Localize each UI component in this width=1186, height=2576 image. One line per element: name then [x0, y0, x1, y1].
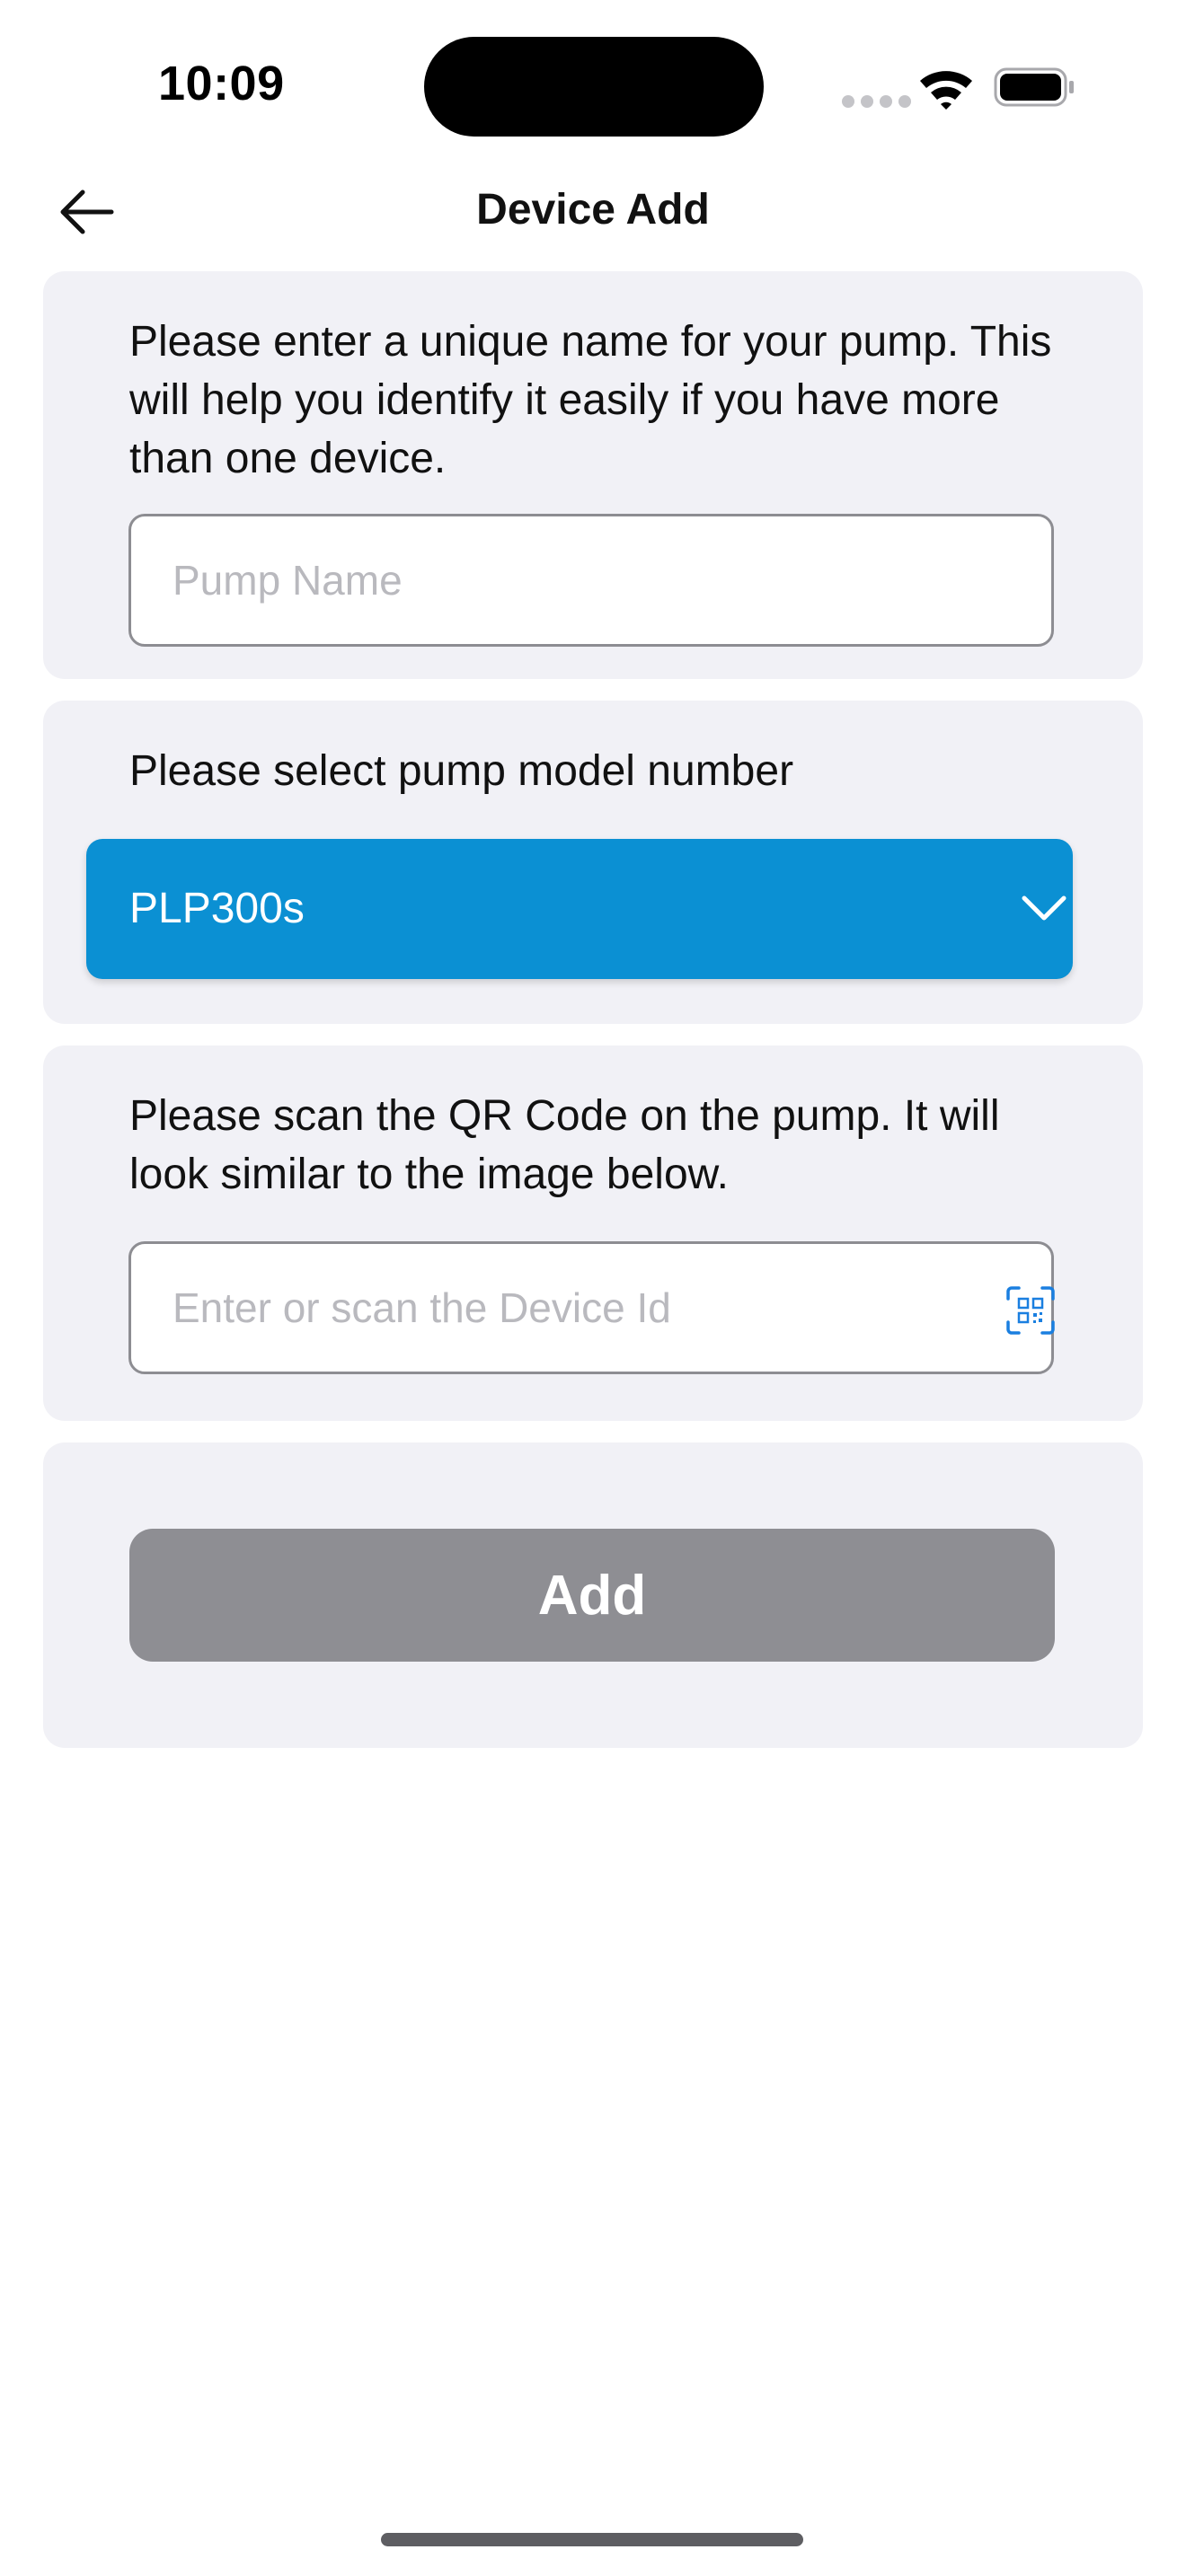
add-button[interactable]: Add	[129, 1529, 1055, 1662]
pump-model-selected-value: PLP300s	[129, 885, 305, 932]
pump-name-card: Please enter a unique name for your pump…	[43, 271, 1143, 679]
pump-name-field[interactable]	[128, 514, 1054, 647]
device-id-input[interactable]	[173, 1244, 945, 1372]
wifi-icon	[920, 71, 972, 110]
qr-scan-icon[interactable]	[1006, 1286, 1055, 1335]
pump-name-input[interactable]	[173, 516, 945, 644]
pump-name-instruction: Please enter a unique name for your pump…	[129, 318, 1052, 482]
status-time: 10:09	[158, 57, 285, 110]
device-id-field[interactable]	[128, 1241, 1055, 1374]
pump-model-dropdown[interactable]: PLP300s	[86, 839, 1073, 979]
pump-model-instruction: Please select pump model number	[129, 747, 794, 795]
device-id-instruction: Please scan the QR Code on the pump. It …	[129, 1092, 1000, 1198]
home-indicator[interactable]	[381, 2533, 803, 2546]
add-card: Add	[43, 1442, 1143, 1748]
page-title: Device Add	[476, 186, 710, 234]
dynamic-island	[424, 37, 764, 137]
device-id-card: Please scan the QR Code on the pump. It …	[43, 1045, 1143, 1421]
pump-model-card: Please select pump model number PLP300s	[43, 701, 1143, 1024]
signal-dots-icon	[842, 95, 911, 108]
chevron-down-icon	[1022, 895, 1067, 921]
battery-icon	[994, 67, 1074, 107]
